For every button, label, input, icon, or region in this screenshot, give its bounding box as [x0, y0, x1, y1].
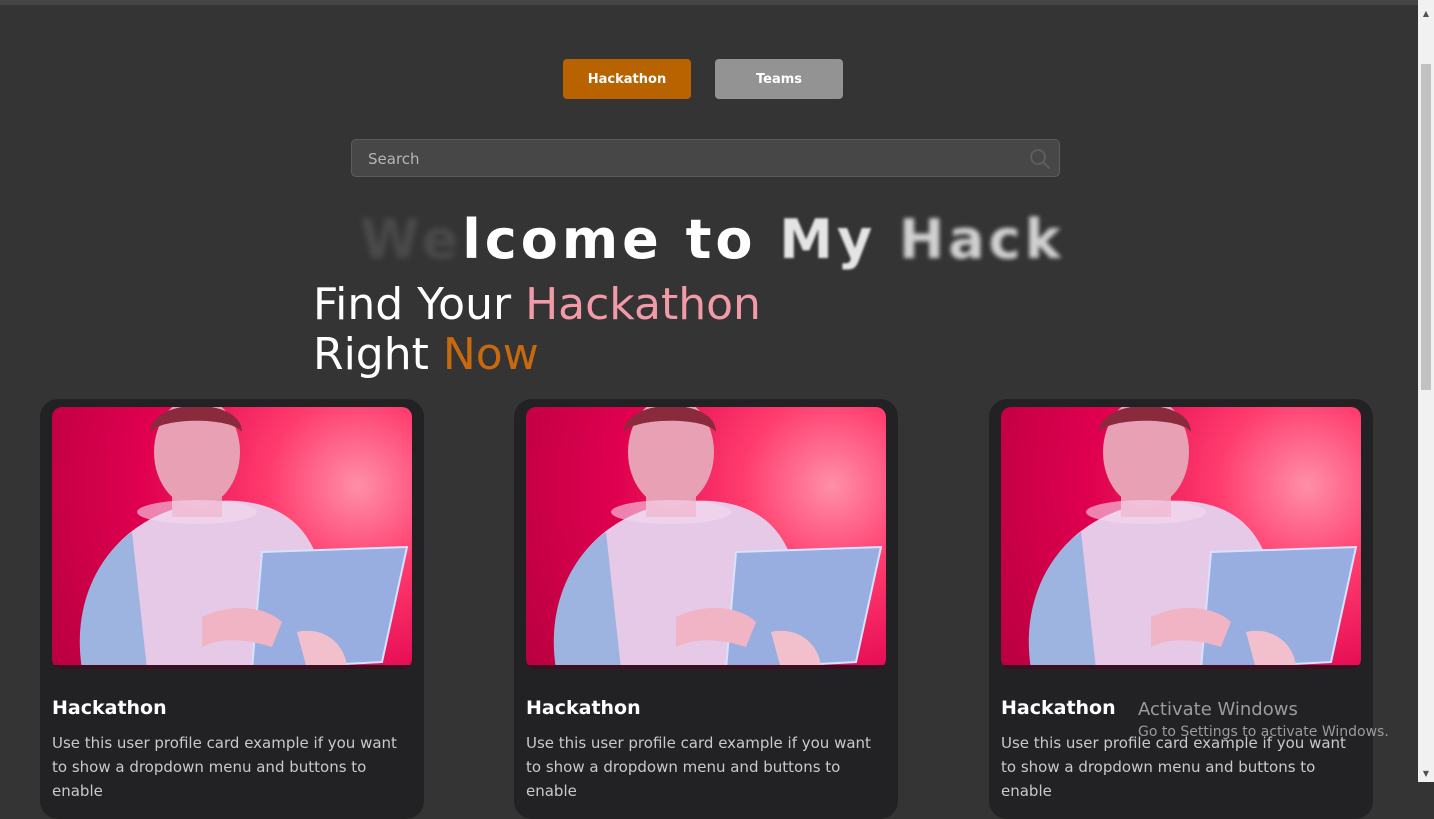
headline-prefix-2: Right: [313, 329, 443, 380]
headline-prefix-1: Find Your: [313, 279, 526, 330]
card-description: Use this user profile card example if yo…: [1001, 734, 1346, 800]
card-description: Use this user profile card example if yo…: [526, 734, 871, 800]
card-image: [52, 407, 412, 669]
card-image: [1001, 407, 1361, 669]
scroll-down-arrow-icon[interactable]: ▼: [1418, 765, 1434, 782]
hackathon-card[interactable]: Hackathon Use this user profile card exa…: [514, 399, 898, 819]
card-image: [526, 407, 886, 669]
search-bar: [351, 139, 1060, 178]
card-title: Hackathon: [1001, 697, 1116, 719]
marquee-clear-text: lcome to: [462, 208, 780, 271]
marquee-faded-start: We: [360, 208, 463, 271]
card-title: Hackathon: [52, 697, 167, 719]
person-with-laptop-illustration: [1001, 407, 1361, 669]
person-with-laptop-illustration: [526, 407, 886, 669]
scrollbar-thumb[interactable]: [1421, 64, 1431, 390]
person-with-laptop-illustration: [52, 407, 412, 669]
scroll-up-arrow-icon[interactable]: ▲: [1418, 5, 1434, 22]
browser-top-border: [0, 0, 1418, 5]
tab-teams[interactable]: Teams: [715, 59, 843, 99]
page-headline: Find Your Hackathon Right Now: [313, 280, 761, 380]
headline-highlight-1: Hackathon: [525, 279, 761, 330]
headline-line-2: Right Now: [313, 330, 761, 380]
hackathon-card[interactable]: Hackathon Use this user profile card exa…: [40, 399, 424, 819]
headline-highlight-2: Now: [442, 329, 539, 380]
activate-windows-watermark: Activate Windows Go to Settings to activ…: [1138, 699, 1389, 740]
watermark-subtitle: Go to Settings to activate Windows.: [1138, 724, 1389, 740]
card-title: Hackathon: [526, 697, 641, 719]
hackathon-card[interactable]: Hackathon Use this user profile card exa…: [989, 399, 1373, 819]
marquee-faded-end: Hack: [899, 208, 1065, 271]
search-input[interactable]: [352, 140, 1030, 178]
tab-hackathon[interactable]: Hackathon: [563, 59, 691, 99]
vertical-scrollbar[interactable]: ▲ ▼: [1418, 0, 1434, 782]
card-description: Use this user profile card example if yo…: [52, 734, 397, 800]
search-icon[interactable]: [1029, 148, 1051, 170]
marquee-soft-text: My: [779, 208, 900, 271]
headline-line-1: Find Your Hackathon: [313, 280, 761, 330]
welcome-marquee: Welcome to My Hack: [360, 200, 1061, 280]
watermark-title: Activate Windows: [1138, 699, 1298, 720]
